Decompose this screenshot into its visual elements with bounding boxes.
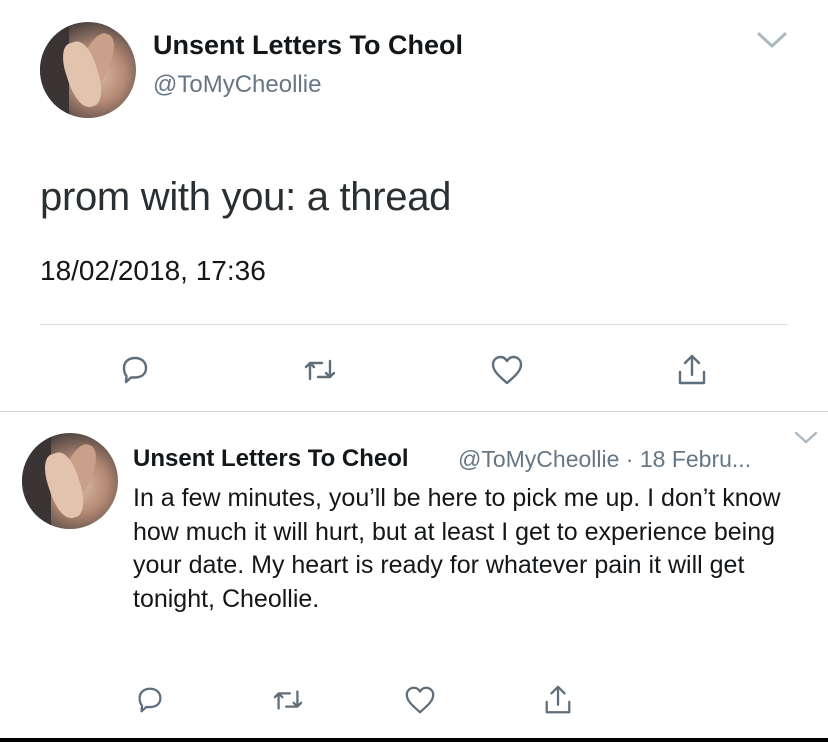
tweet-date[interactable]: 18 Febru... — [640, 446, 751, 472]
reply-button[interactable] — [130, 680, 170, 720]
bottom-border — [0, 738, 828, 742]
like-button[interactable] — [400, 680, 440, 720]
avatar[interactable] — [40, 22, 136, 118]
chevron-down-icon[interactable] — [793, 430, 819, 446]
avatar[interactable] — [22, 433, 118, 529]
tweet-meta: @ToMyCheollie · 18 Febru... — [458, 446, 751, 473]
user-handle[interactable]: @ToMyCheollie — [153, 71, 321, 99]
retweet-icon — [273, 690, 303, 710]
share-icon — [678, 354, 706, 385]
heart-icon — [405, 686, 435, 714]
reply-button[interactable] — [115, 350, 155, 390]
reply-icon — [138, 687, 162, 713]
like-button[interactable] — [487, 350, 527, 390]
share-button[interactable] — [538, 680, 578, 720]
meta-separator: · — [625, 446, 634, 472]
reply-icon — [122, 356, 148, 384]
divider — [40, 324, 788, 325]
retweet-button[interactable] — [300, 350, 340, 390]
tweet-timestamp[interactable]: 18/02/2018, 17:36 — [40, 255, 266, 287]
retweet-icon — [304, 359, 336, 381]
display-name[interactable]: Unsent Letters To Cheol — [133, 445, 409, 473]
tweet-text: In a few minutes, you’ll be here to pick… — [133, 484, 781, 613]
tweet-text: prom with you: a thread — [40, 175, 452, 219]
display-name[interactable]: Unsent Letters To Cheol — [153, 30, 463, 61]
share-button[interactable] — [672, 350, 712, 390]
heart-icon — [491, 355, 523, 385]
chevron-down-icon[interactable] — [756, 30, 788, 50]
share-icon — [545, 685, 571, 714]
user-handle[interactable]: @ToMyCheollie — [458, 446, 619, 472]
divider — [0, 411, 828, 412]
retweet-button[interactable] — [268, 680, 308, 720]
